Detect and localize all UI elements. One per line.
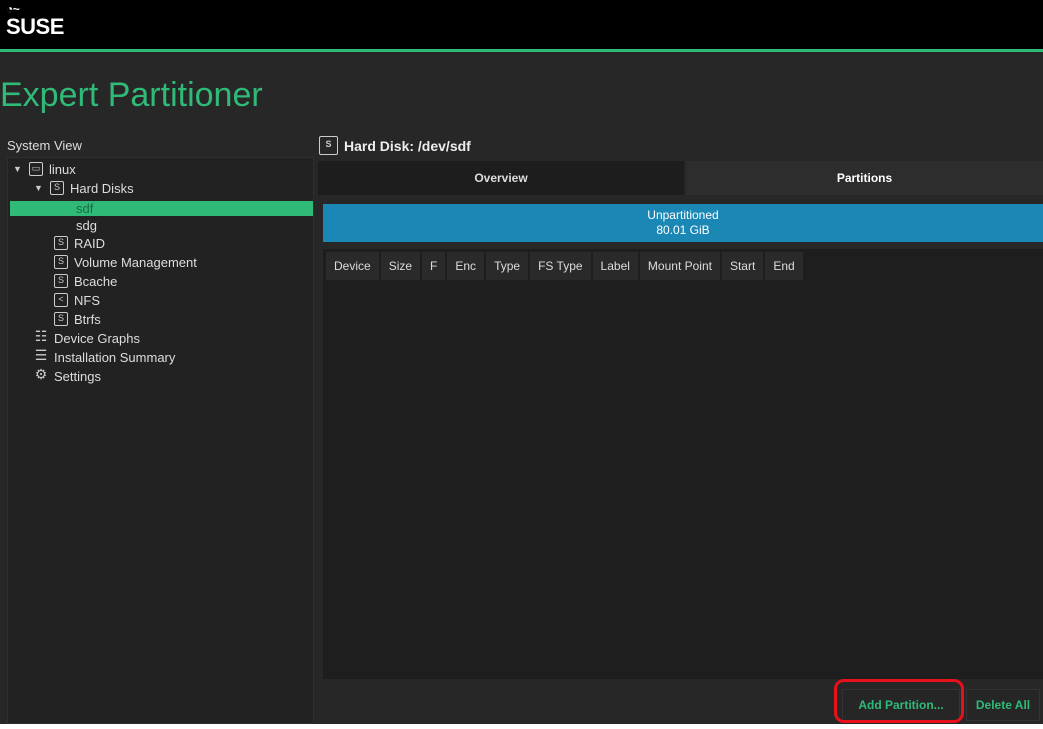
table-header: Device Size F Enc Type FS Type Label Mou…: [323, 249, 1043, 283]
column-header-enc[interactable]: Enc: [447, 252, 485, 280]
tree-item-bcache[interactable]: S Bcache: [54, 272, 117, 290]
tree-item-raid[interactable]: S RAID: [54, 234, 105, 252]
gear-icon: ⚙: [34, 366, 48, 382]
tree-item-label: RAID: [74, 235, 106, 251]
column-header-mount-point[interactable]: Mount Point: [639, 252, 720, 280]
tree-item-device-graphs[interactable]: ☷ Device Graphs: [34, 329, 140, 347]
tree-item-sdg[interactable]: sdg: [76, 216, 97, 234]
disk-usage-bar[interactable]: Unpartitioned 80.01 GiB: [323, 204, 1043, 242]
nfs-icon: <: [54, 293, 68, 307]
tree-item-label: Device Graphs: [54, 330, 140, 346]
tree-item-label: sdg: [76, 217, 97, 233]
disk-icon: S: [50, 181, 64, 195]
highlight-annotation: [834, 679, 964, 723]
disk-title: Hard Disk: /dev/sdf: [344, 137, 471, 154]
tree-item-hard-disks[interactable]: ▼ S Hard Disks: [34, 179, 134, 197]
column-header-fs-type[interactable]: FS Type: [530, 252, 591, 280]
system-view-tree[interactable]: ▼ ▭ linux ▼ S Hard Disks sdf sdg S RAID S Volu…: [7, 157, 314, 724]
tree-item-installation-summary[interactable]: ☰ Installation Summary: [34, 347, 176, 366]
delete-all-button[interactable]: Delete All: [966, 689, 1040, 721]
disk-icon: S: [319, 136, 338, 155]
column-header-label[interactable]: Label: [592, 252, 638, 280]
bar-label: Unpartitioned: [647, 208, 719, 222]
expand-arrow-icon[interactable]: ▼: [34, 183, 44, 193]
column-header-type[interactable]: Type: [486, 252, 529, 280]
expert-partitioner-window: ◔~ SUSE Expert Partitioner System View ▼ ▭…: [0, 0, 1043, 724]
tree-item-volume-management[interactable]: S Volume Management: [54, 253, 197, 271]
column-header-end[interactable]: End: [765, 252, 803, 280]
tree-item-label: Installation Summary: [54, 349, 176, 365]
suse-logo: ◔~ SUSE: [6, 2, 64, 39]
list-icon: ☷: [34, 328, 48, 344]
tree-item-label: Hard Disks: [70, 180, 134, 196]
tab-partitions[interactable]: Partitions: [686, 161, 1043, 195]
tree-item-sdf[interactable]: sdf: [10, 201, 313, 216]
top-bar: ◔~ SUSE: [0, 0, 1043, 52]
raid-icon: S: [54, 236, 68, 250]
tree-item-label: Btrfs: [74, 311, 101, 327]
tab-overview[interactable]: Overview: [318, 161, 684, 195]
column-header-device[interactable]: Device: [326, 252, 379, 280]
disk-header: S Hard Disk: /dev/sdf: [319, 136, 471, 155]
bcache-icon: S: [54, 274, 68, 288]
tree-item-label: Settings: [54, 368, 101, 384]
column-header-start[interactable]: Start: [721, 252, 764, 280]
tree-item-linux[interactable]: ▼ ▭ linux: [13, 160, 76, 178]
column-header-f[interactable]: F: [422, 252, 446, 280]
computer-icon: ▭: [29, 162, 43, 176]
logo-text: SUSE: [6, 14, 64, 39]
system-view-label: System View: [7, 138, 82, 153]
expand-arrow-icon[interactable]: ▼: [13, 164, 23, 174]
tree-item-label: sdf: [76, 201, 94, 216]
tree-item-label: Bcache: [74, 273, 118, 289]
bar-size: 80.01 GiB: [656, 223, 710, 237]
partitions-table[interactable]: Device Size F Enc Type FS Type Label Mou…: [323, 249, 1043, 679]
tree-item-nfs[interactable]: < NFS: [54, 291, 100, 309]
page-title: Expert Partitioner: [0, 76, 263, 114]
tree-item-label: linux: [49, 161, 76, 177]
tree-item-label: Volume Management: [74, 254, 197, 270]
column-header-size[interactable]: Size: [380, 252, 421, 280]
tree-item-settings[interactable]: ⚙ Settings: [34, 367, 101, 385]
tree-item-label: NFS: [74, 292, 100, 308]
list-icon: ☰: [34, 347, 48, 363]
btrfs-icon: S: [54, 312, 68, 326]
tree-item-btrfs[interactable]: S Btrfs: [54, 310, 101, 328]
volume-icon: S: [54, 255, 68, 269]
